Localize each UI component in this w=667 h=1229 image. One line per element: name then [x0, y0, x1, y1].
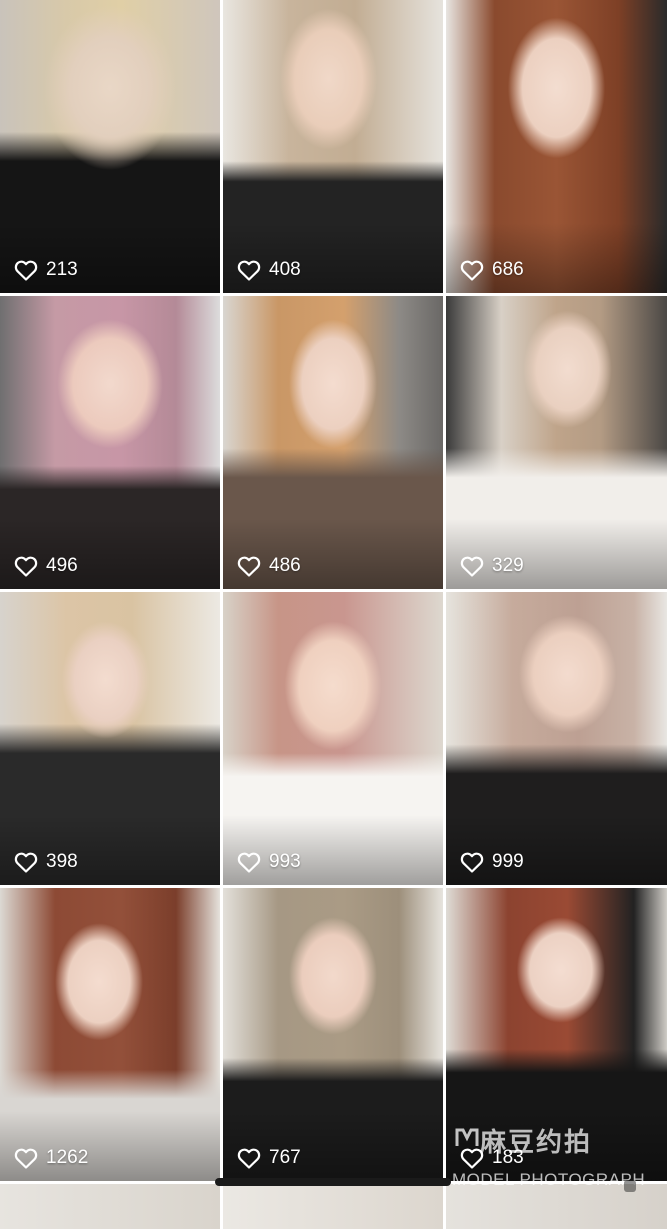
post-thumbnail — [0, 1184, 220, 1229]
heart-outline-icon — [460, 852, 484, 873]
heart-outline-icon — [460, 556, 484, 577]
heart-outline-icon — [14, 852, 38, 873]
like-count[interactable]: 183 — [460, 1147, 524, 1169]
heart-outline-icon — [14, 260, 38, 281]
like-count[interactable]: 767 — [237, 1147, 301, 1169]
post-tile[interactable]: 213 — [0, 0, 220, 293]
post-tile[interactable]: 496 — [0, 296, 220, 589]
like-count-value: 1262 — [46, 1147, 89, 1168]
heart-outline-icon — [237, 1148, 261, 1169]
like-count[interactable]: 486 — [237, 555, 301, 577]
like-count[interactable]: 496 — [14, 555, 78, 577]
post-tile[interactable]: 999 — [446, 592, 667, 885]
like-count-value: 329 — [492, 555, 524, 576]
like-count-value: 213 — [46, 259, 78, 280]
post-tile[interactable]: 767 — [223, 888, 443, 1181]
like-count[interactable]: 398 — [14, 851, 78, 873]
heart-outline-icon — [237, 852, 261, 873]
corner-button[interactable] — [624, 1180, 636, 1192]
post-tile[interactable] — [0, 1184, 220, 1229]
like-count-value: 398 — [46, 851, 78, 872]
post-tile[interactable]: 329 — [446, 296, 667, 589]
post-tile[interactable]: 1262 — [0, 888, 220, 1181]
post-tile[interactable]: 486 — [223, 296, 443, 589]
heart-outline-icon — [460, 1148, 484, 1169]
home-indicator[interactable] — [215, 1178, 451, 1186]
like-count[interactable]: 1262 — [14, 1147, 88, 1169]
post-tile[interactable]: 408 — [223, 0, 443, 293]
like-count-value: 767 — [269, 1147, 301, 1168]
post-thumbnail — [223, 1184, 443, 1229]
like-count-value: 408 — [269, 259, 301, 280]
like-count[interactable]: 686 — [460, 259, 524, 281]
like-count[interactable]: 329 — [460, 555, 524, 577]
heart-outline-icon — [14, 556, 38, 577]
like-count-value: 686 — [492, 259, 524, 280]
like-count[interactable]: 213 — [14, 259, 78, 281]
like-count[interactable]: 408 — [237, 259, 301, 281]
post-tile[interactable] — [223, 1184, 443, 1229]
like-count[interactable]: 999 — [460, 851, 524, 873]
post-tile[interactable]: 183 — [446, 888, 667, 1181]
like-count-value: 486 — [269, 555, 301, 576]
like-count-value: 993 — [269, 851, 301, 872]
post-tile[interactable]: 993 — [223, 592, 443, 885]
like-count-value: 496 — [46, 555, 78, 576]
heart-outline-icon — [14, 1148, 38, 1169]
heart-outline-icon — [237, 556, 261, 577]
like-count-value: 999 — [492, 851, 524, 872]
heart-outline-icon — [460, 260, 484, 281]
like-count-value: 183 — [492, 1147, 524, 1168]
post-tile[interactable]: 686 — [446, 0, 667, 293]
post-tile[interactable]: 398 — [0, 592, 220, 885]
heart-outline-icon — [237, 260, 261, 281]
like-count[interactable]: 993 — [237, 851, 301, 873]
photo-grid: 213 408 686 496 486 329 398 993 999 1262… — [0, 0, 667, 1229]
